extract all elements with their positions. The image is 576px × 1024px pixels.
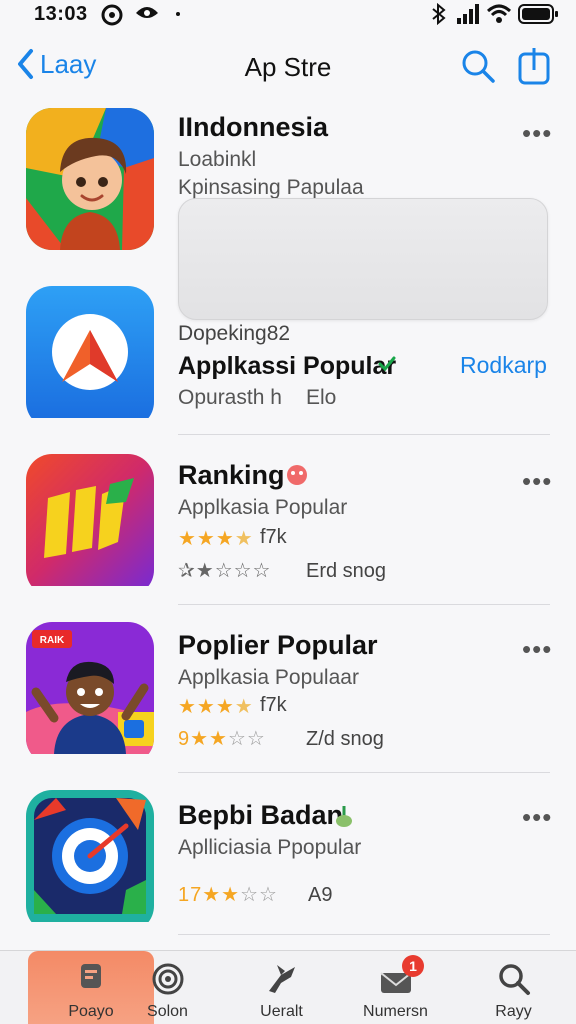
tab-updates[interactable]: 1 Numersn <box>338 951 453 1024</box>
rank-label: Z/d snog <box>306 728 384 750</box>
app-icon[interactable] <box>26 286 154 428</box>
icon-badge-text: RAIK <box>40 635 65 646</box>
notification-dot-icon <box>176 12 180 16</box>
app-title: IIndonnesia <box>178 112 329 142</box>
app-subtitle: Loabinkl <box>178 148 257 171</box>
wifi-icon <box>486 4 512 23</box>
rank-stars: ✰★☆☆☆ <box>178 560 272 582</box>
tab-label: Rayy <box>495 1003 532 1020</box>
gear-icon <box>152 963 183 995</box>
app-meta-secondary: Elo <box>306 386 337 409</box>
app-developer: Dopeking82 <box>178 322 291 345</box>
app-icon[interactable]: RAIK <box>26 622 154 764</box>
rating-count: f7k <box>260 694 287 716</box>
divider <box>178 772 550 773</box>
tab-search[interactable]: Rayy <box>456 951 571 1024</box>
app-category: Applkasia Popular <box>178 496 348 519</box>
app-title: Applkassi Popular <box>178 352 397 380</box>
rank-prefix: 17 <box>178 884 203 906</box>
app-category: Applkasia Populaar <box>178 666 359 689</box>
divider <box>178 434 550 435</box>
notification-badge: 1 <box>402 955 424 977</box>
more-options-button[interactable]: ••• <box>522 120 552 146</box>
search-icon[interactable] <box>460 48 496 84</box>
tab-games[interactable]: Solon <box>110 951 225 1024</box>
rank-prefix: 9 <box>178 728 191 750</box>
app-icon[interactable] <box>26 108 154 250</box>
status-time: 13:03 <box>34 3 88 25</box>
tab-bar: Poayo Solon Ueralt 1 Numersn Rayy <box>0 950 576 1024</box>
app-icon[interactable] <box>26 454 154 596</box>
bluetooth-icon <box>432 3 446 25</box>
eye-icon <box>136 7 158 18</box>
plant-icon <box>336 806 352 827</box>
tab-label: Numersn <box>363 1003 428 1020</box>
rating-count: f7k <box>260 526 287 548</box>
get-link[interactable]: Rodkarp <box>460 352 547 379</box>
emoji-icon <box>287 465 307 485</box>
navigation-bar: Laay Ap Stre <box>0 40 576 96</box>
more-options-button[interactable]: ••• <box>522 636 552 662</box>
tab-label: Solon <box>147 1003 188 1020</box>
app-title: Bepbi Badan <box>178 800 344 830</box>
tab-label: Ueralt <box>260 1003 303 1020</box>
bird-icon <box>268 965 295 993</box>
app-meta: Opurasth h <box>178 386 282 409</box>
app-category: Aplliciasia Ppopular <box>178 836 362 859</box>
rating-stars: ★★★★ <box>178 696 254 718</box>
app-title: Ranking <box>178 460 285 490</box>
rank-label: Erd snog <box>306 560 387 582</box>
app-title: Poplier Popular <box>178 630 378 660</box>
share-icon[interactable] <box>516 46 552 86</box>
popover-overlay[interactable] <box>178 198 548 320</box>
app-icon[interactable] <box>26 790 154 932</box>
search-icon <box>498 964 530 995</box>
tab-apps[interactable]: Ueralt <box>224 951 339 1024</box>
today-icon <box>81 964 101 988</box>
rating-stars: 17★★☆☆ <box>178 884 278 906</box>
divider <box>178 934 550 935</box>
battery-icon <box>518 4 558 24</box>
divider <box>178 604 550 605</box>
at-sign-icon <box>101 4 123 26</box>
more-options-button[interactable]: ••• <box>522 468 552 494</box>
app-category: Kpinsasing Papulaa <box>178 176 364 199</box>
more-options-button[interactable]: ••• <box>522 804 552 830</box>
verified-check-icon <box>378 356 396 372</box>
rating-stars: ★★★★ <box>178 528 254 550</box>
status-bar: 13:03 <box>0 0 576 30</box>
signal-icon <box>457 4 479 24</box>
rank-stars: 9★★☆☆ <box>178 728 266 750</box>
rank-label: A9 <box>308 884 333 906</box>
